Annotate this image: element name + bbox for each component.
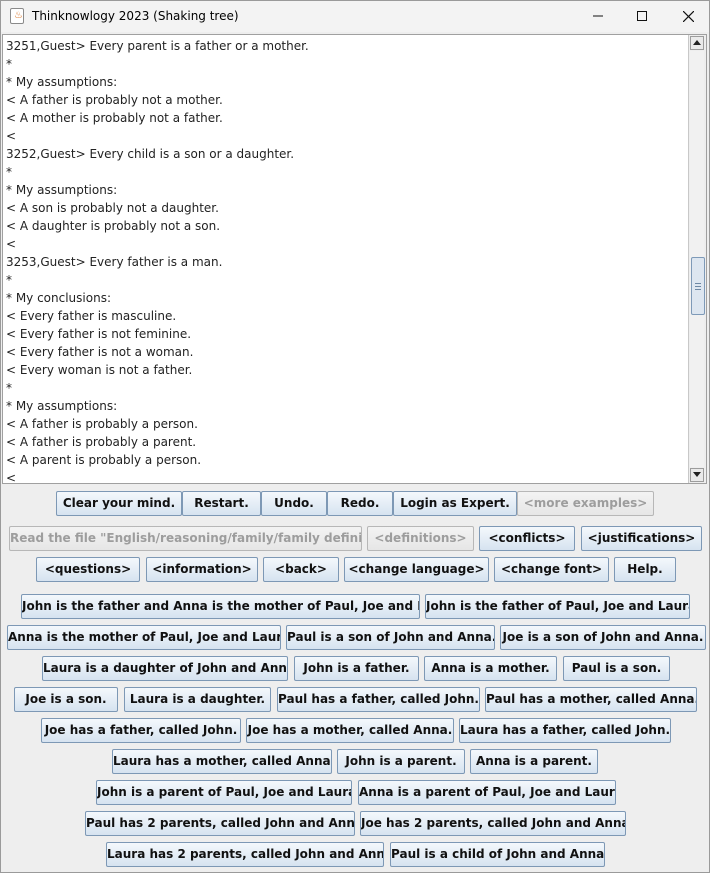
output-text-area[interactable]: 3251,Guest> Every parent is a father or …: [2, 34, 707, 484]
output-line: < A father is probably a person.: [6, 417, 198, 431]
more-examples-button[interactable]: <more examples>: [517, 491, 654, 516]
grip-icon: [695, 283, 701, 292]
output-line: < A mother is probably not a father.: [6, 111, 223, 125]
output-line: < Every father is not a woman.: [6, 345, 194, 359]
example-sentence-button[interactable]: Anna is a parent of Paul, Joe and Laura.: [358, 780, 616, 805]
scroll-down-button[interactable]: [690, 468, 704, 482]
example-sentence-button[interactable]: Anna is a parent.: [470, 749, 598, 774]
application-window: ♨ Thinknowlogy 2023 (Shaking tree) 3251,…: [0, 0, 710, 873]
arrow-up-icon: [693, 40, 701, 45]
example-sentence-button[interactable]: John is the father of Paul, Joe and Laur…: [425, 594, 690, 619]
login-as-expert-button[interactable]: Login as Expert.: [393, 491, 517, 516]
minimize-icon: [593, 15, 603, 17]
clear-your-mind-button[interactable]: Clear your mind.: [56, 491, 182, 516]
undo-button[interactable]: Undo.: [261, 491, 327, 516]
output-line: < A son is probably not a daughter.: [6, 201, 219, 215]
output-line: *: [6, 381, 12, 395]
restart-button[interactable]: Restart.: [182, 491, 261, 516]
output-line: 3253,Guest> Every father is a man.: [6, 255, 223, 269]
example-sentence-button[interactable]: Laura has a mother, called Anna.: [112, 749, 332, 774]
output-line: 3252,Guest> Every child is a son or a da…: [6, 147, 295, 161]
questions-button[interactable]: <questions>: [36, 557, 140, 582]
change-language-button[interactable]: <change language>: [344, 557, 489, 582]
output-line: < A daughter is probably not a son.: [6, 219, 221, 233]
maximize-icon: [637, 11, 647, 21]
example-sentence-button[interactable]: Paul is a child of John and Anna.: [390, 842, 605, 867]
change-font-button[interactable]: <change font>: [494, 557, 609, 582]
output-line: * My assumptions:: [6, 183, 118, 197]
justifications-button[interactable]: <justifications>: [581, 526, 702, 551]
arrow-down-icon: [693, 472, 701, 477]
output-line: <: [6, 237, 17, 251]
scroll-up-button[interactable]: [690, 36, 704, 50]
window-title: Thinknowlogy 2023 (Shaking tree): [32, 9, 239, 23]
output-line: < Every father is not feminine.: [6, 327, 192, 341]
information-button[interactable]: <information>: [146, 557, 258, 582]
close-button[interactable]: [665, 1, 710, 32]
output-line: < A father is probably not a mother.: [6, 93, 223, 107]
example-sentence-button[interactable]: Anna is a mother.: [424, 656, 557, 681]
output-line: *: [6, 57, 12, 71]
example-sentence-button[interactable]: Joe has a father, called John.: [41, 718, 241, 743]
output-line: < A father is probably a parent.: [6, 435, 197, 449]
output-lines: 3251,Guest> Every parent is a father or …: [6, 37, 686, 484]
output-line: < Every woman is not a father.: [6, 363, 193, 377]
minimize-button[interactable]: [575, 1, 621, 32]
output-line: 3251,Guest> Every parent is a father or …: [6, 39, 309, 53]
output-line: *: [6, 273, 12, 287]
output-line: < A parent is probably a person.: [6, 453, 202, 467]
back-button[interactable]: <back>: [263, 557, 339, 582]
example-sentence-button[interactable]: John is a father.: [294, 656, 419, 681]
vertical-scrollbar[interactable]: [688, 35, 706, 483]
example-sentence-button[interactable]: Joe is a son of John and Anna.: [500, 625, 706, 650]
title-bar[interactable]: ♨ Thinknowlogy 2023 (Shaking tree): [1, 1, 709, 32]
example-sentence-button[interactable]: Paul is a son.: [563, 656, 670, 681]
example-sentence-button[interactable]: Paul has a father, called John.: [277, 687, 480, 712]
example-sentence-button[interactable]: Paul is a son of John and Anna.: [286, 625, 495, 650]
example-sentence-button[interactable]: Joe has 2 parents, called John and Anna.: [360, 811, 626, 836]
example-sentence-button[interactable]: John is a parent of Paul, Joe and Laura.: [96, 780, 352, 805]
example-sentence-button[interactable]: Joe is a son.: [14, 687, 118, 712]
example-sentence-button[interactable]: Laura has 2 parents, called John and Ann…: [106, 842, 384, 867]
java-cup-icon: ♨: [10, 8, 24, 24]
output-line: * My assumptions:: [6, 399, 118, 413]
example-sentence-button[interactable]: Laura is a daughter of John and Anna.: [42, 656, 288, 681]
example-sentence-button[interactable]: John is the father and Anna is the mothe…: [21, 594, 420, 619]
conflicts-button[interactable]: <conflicts>: [479, 526, 575, 551]
example-sentence-button[interactable]: Paul has a mother, called Anna.: [485, 687, 697, 712]
output-line: * My assumptions:: [6, 75, 118, 89]
example-sentence-button[interactable]: Joe has a mother, called Anna.: [246, 718, 454, 743]
output-line: <: [6, 471, 17, 484]
output-line: * My conclusions:: [6, 291, 111, 305]
output-line: *: [6, 165, 12, 179]
scrollbar-track[interactable]: [690, 51, 705, 467]
scrollbar-thumb[interactable]: [691, 257, 705, 315]
redo-button[interactable]: Redo.: [327, 491, 393, 516]
help-button[interactable]: Help.: [614, 557, 676, 582]
example-sentence-button[interactable]: Laura is a daughter.: [124, 687, 271, 712]
definitions-button[interactable]: <definitions>: [367, 526, 474, 551]
read-file-button[interactable]: Read the file "English/reasoning/family/…: [9, 526, 362, 551]
example-sentence-button[interactable]: John is a parent.: [337, 749, 465, 774]
example-sentence-button[interactable]: Paul has 2 parents, called John and Anna…: [85, 811, 355, 836]
output-line: < Every father is masculine.: [6, 309, 177, 323]
example-sentence-button[interactable]: Laura has a father, called John.: [459, 718, 671, 743]
close-icon: [682, 10, 694, 22]
example-sentence-button[interactable]: Anna is the mother of Paul, Joe and Laur…: [7, 625, 281, 650]
maximize-button[interactable]: [619, 1, 665, 32]
output-line: <: [6, 129, 17, 143]
